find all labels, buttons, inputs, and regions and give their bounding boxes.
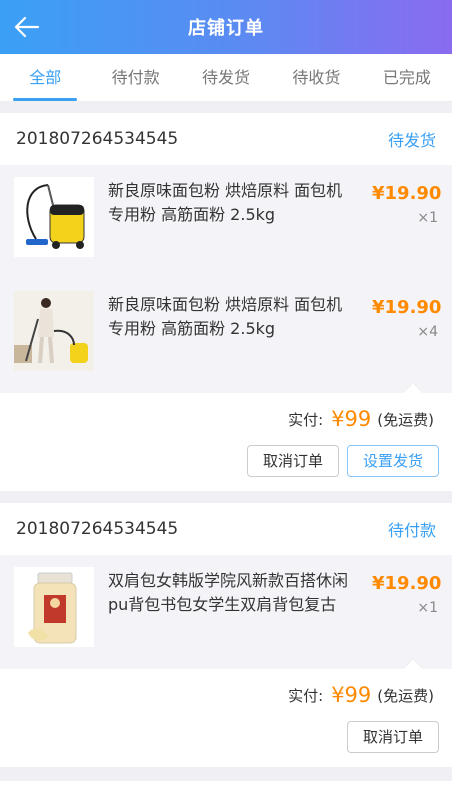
- order-header: [0, 781, 452, 802]
- product-price: ¥19.90: [372, 297, 442, 318]
- woman-vacuuming-image: [14, 291, 94, 371]
- tab-completed[interactable]: 已完成: [362, 54, 452, 101]
- order-actions: 取消订单 设置发货: [0, 445, 452, 491]
- product-title: 新良原味面包粉 烘焙原料 面包机专用粉 高筋面粉 2.5kg: [108, 181, 343, 224]
- product-title: 新良原味面包粉 烘焙原料 面包机专用粉 高筋面粉 2.5kg: [108, 295, 343, 338]
- cancel-order-button[interactable]: 取消订单: [346, 721, 439, 753]
- order-card[interactable]: 201807264534545 待发货 新良原味面包粉 烘焙原料 面包机专用粉 …: [0, 113, 452, 491]
- product-quantity: ×1: [417, 210, 438, 226]
- order-card[interactable]: [0, 781, 452, 802]
- order-item[interactable]: 新良原味面包粉 烘焙原料 面包机专用粉 高筋面粉 2.5kg ¥19.90 ×1: [0, 165, 452, 279]
- order-status: 待付款: [387, 521, 436, 540]
- total-label: 实付:: [288, 686, 324, 705]
- order-status: 待发货: [387, 131, 436, 150]
- tab-all[interactable]: 全部: [0, 54, 90, 101]
- page-title: 店铺订单: [188, 18, 264, 39]
- order-actions: 取消订单: [0, 721, 452, 767]
- set-shipment-button[interactable]: 设置发货: [346, 445, 439, 477]
- food-jar-image: [14, 567, 94, 647]
- order-tabs: 全部 待付款 待发货 待收货 已完成: [0, 54, 452, 102]
- order-header: 201807264534545 待付款: [0, 503, 452, 555]
- order-number: 201807264534545: [16, 519, 179, 539]
- tab-pending-receipt[interactable]: 待收货: [271, 54, 361, 101]
- total-amount: ¥99: [331, 407, 372, 431]
- shipping-note: (免运费): [377, 410, 434, 429]
- total-amount: ¥99: [331, 683, 372, 707]
- app-header: 店铺订单: [0, 0, 452, 54]
- product-price: ¥19.90: [372, 183, 442, 204]
- order-total: 实付: ¥99 (免运费): [0, 658, 452, 721]
- order-header: 201807264534545 待发货: [0, 113, 452, 165]
- arrow-left-icon[interactable]: [12, 12, 42, 42]
- tab-pending-payment[interactable]: 待付款: [90, 54, 180, 101]
- product-thumbnail: [14, 291, 94, 371]
- vacuum-cleaner-image: [14, 177, 94, 257]
- product-thumbnail: [14, 567, 94, 647]
- order-total: 实付: ¥99 (免运费): [0, 382, 452, 445]
- product-quantity: ×1: [417, 600, 438, 616]
- cancel-order-button[interactable]: 取消订单: [246, 445, 339, 477]
- product-price: ¥19.90: [372, 573, 442, 594]
- tab-pending-shipment[interactable]: 待发货: [181, 54, 271, 101]
- product-title: 双肩包女韩版学院风新款百搭休闲pu背包书包女学生双肩背包复古: [108, 571, 349, 614]
- order-number: 201807264534545: [16, 129, 179, 149]
- order-card[interactable]: 201807264534545 待付款 双肩包女韩版学院风新款百搭休闲pu背包书…: [0, 503, 452, 767]
- shipping-note: (免运费): [377, 686, 434, 705]
- order-item[interactable]: 双肩包女韩版学院风新款百搭休闲pu背包书包女学生双肩背包复古 ¥19.90 ×1: [0, 555, 452, 669]
- product-quantity: ×4: [417, 324, 438, 340]
- total-label: 实付:: [288, 410, 324, 429]
- order-item[interactable]: 新良原味面包粉 烘焙原料 面包机专用粉 高筋面粉 2.5kg ¥19.90 ×4: [0, 279, 452, 393]
- product-thumbnail: [14, 177, 94, 257]
